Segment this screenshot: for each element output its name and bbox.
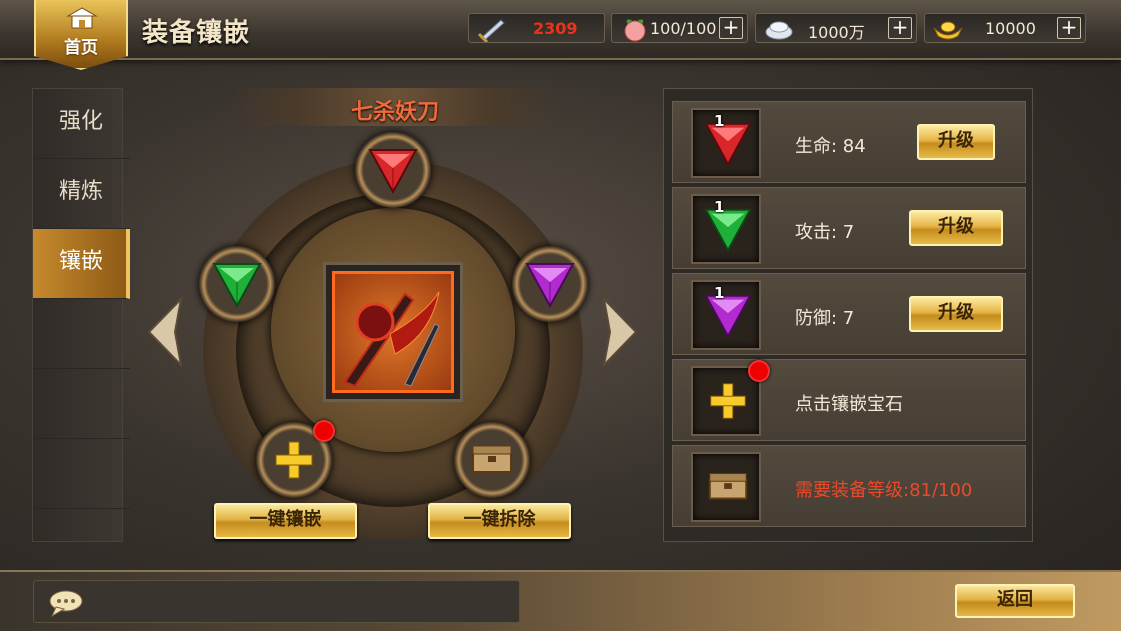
locked-chest-icon: [472, 445, 512, 473]
upgrade-button[interactable]: 升级: [909, 210, 1003, 246]
embed-all-button[interactable]: 一键镶嵌: [214, 503, 357, 539]
next-arrow-icon[interactable]: [600, 297, 640, 367]
gem-stat: 点击镶嵌宝石: [795, 394, 903, 415]
tab-strengthen[interactable]: 强化: [33, 89, 130, 159]
tab-strengthen-label: 强化: [59, 109, 104, 134]
socket-right[interactable]: [512, 246, 588, 322]
blade-weapon-icon: [332, 271, 454, 393]
gem-stat: 防御: 7: [795, 308, 855, 329]
gem-row-locked: 需要装备等级:81/100: [672, 445, 1026, 527]
gold-plus-button[interactable]: +: [1057, 17, 1081, 39]
gem-list-panel: 1 生命: 84 升级 1 攻击: 7 升级 1 防御: 7 升级 点击镶嵌宝石…: [663, 88, 1033, 542]
home-label: 首页: [64, 38, 98, 58]
tab-slot-empty: [33, 369, 130, 439]
page-title: 装备镶嵌: [142, 18, 251, 48]
gem-row-green: 1 攻击: 7 升级: [672, 187, 1026, 269]
combat-power-value: 2309: [533, 19, 578, 38]
add-gem-icon: [710, 383, 746, 419]
gem-stat: 攻击: 7: [795, 222, 855, 243]
home-button[interactable]: 首页: [34, 0, 128, 70]
gem-slot[interactable]: 1: [691, 108, 761, 178]
equipment-slot[interactable]: [323, 262, 463, 402]
chat-box[interactable]: [33, 580, 520, 623]
locked-chest-icon: [708, 473, 748, 500]
red-gem-icon: [368, 149, 418, 194]
tab-refine-label: 精炼: [59, 179, 104, 204]
silver-coin-icon: [765, 21, 793, 40]
socket-top[interactable]: [355, 132, 431, 208]
prev-arrow-icon[interactable]: [145, 297, 185, 367]
gem-slot[interactable]: 1: [691, 280, 761, 350]
gem-row-red: 1 生命: 84 升级: [672, 101, 1026, 183]
red-gem-icon: [704, 122, 752, 166]
gem-row-empty[interactable]: 点击镶嵌宝石: [672, 359, 1026, 441]
green-gem-icon: [704, 208, 752, 252]
purple-gem-icon: [525, 263, 575, 308]
unlock-requirement: 需要装备等级:81/100: [795, 480, 973, 501]
upgrade-button[interactable]: 升级: [917, 124, 995, 160]
purple-gem-icon: [704, 294, 752, 338]
stamina-value: 100/100: [650, 19, 717, 38]
tab-inlay[interactable]: 镶嵌: [33, 229, 130, 299]
silver-display: 1000万 +: [755, 13, 917, 43]
tab-slot-empty: [33, 439, 130, 509]
silver-plus-button[interactable]: +: [888, 17, 912, 39]
tab-inlay-label: 镶嵌: [59, 249, 104, 274]
back-button[interactable]: 返回: [955, 584, 1075, 618]
gem-stat: 生命: 84: [795, 136, 866, 157]
tab-refine[interactable]: 精炼: [33, 159, 130, 229]
side-tabs: 强化 精炼 镶嵌: [32, 88, 130, 542]
stamina-display: 100/100 +: [611, 13, 748, 43]
add-gem-icon: [275, 441, 313, 479]
socket-left[interactable]: [199, 246, 275, 322]
socket-bottom-right[interactable]: [454, 422, 530, 498]
peach-stamina-icon: [624, 19, 646, 42]
stamina-plus-button[interactable]: +: [719, 17, 743, 39]
gold-ingot-icon: [933, 21, 963, 40]
gem-level: 1: [714, 198, 725, 216]
sword-power-icon: [477, 19, 505, 42]
green-gem-icon: [212, 263, 262, 308]
gem-row-purple: 1 防御: 7 升级: [672, 273, 1026, 355]
combat-power-display: 2309: [468, 13, 605, 43]
remove-all-button[interactable]: 一键拆除: [428, 503, 571, 539]
notification-dot: [313, 420, 335, 442]
chat-bubble-icon: [49, 590, 83, 617]
gold-value: 10000: [985, 19, 1036, 38]
gem-inlay-screen: 首页 装备镶嵌 2309 100/100 + 1000万 + 10000 + 强…: [0, 0, 1121, 631]
gem-level: 1: [714, 284, 725, 302]
upgrade-button[interactable]: 升级: [909, 296, 1003, 332]
tab-slot-empty: [33, 299, 130, 369]
gem-level: 1: [714, 112, 725, 130]
silver-value: 1000万: [808, 23, 865, 42]
equipment-name: 七杀妖刀: [350, 100, 439, 125]
gold-display: 10000 +: [924, 13, 1086, 43]
notification-dot: [748, 360, 770, 382]
gem-slot: [691, 452, 761, 522]
gem-slot[interactable]: 1: [691, 194, 761, 264]
temple-icon: [66, 7, 98, 29]
